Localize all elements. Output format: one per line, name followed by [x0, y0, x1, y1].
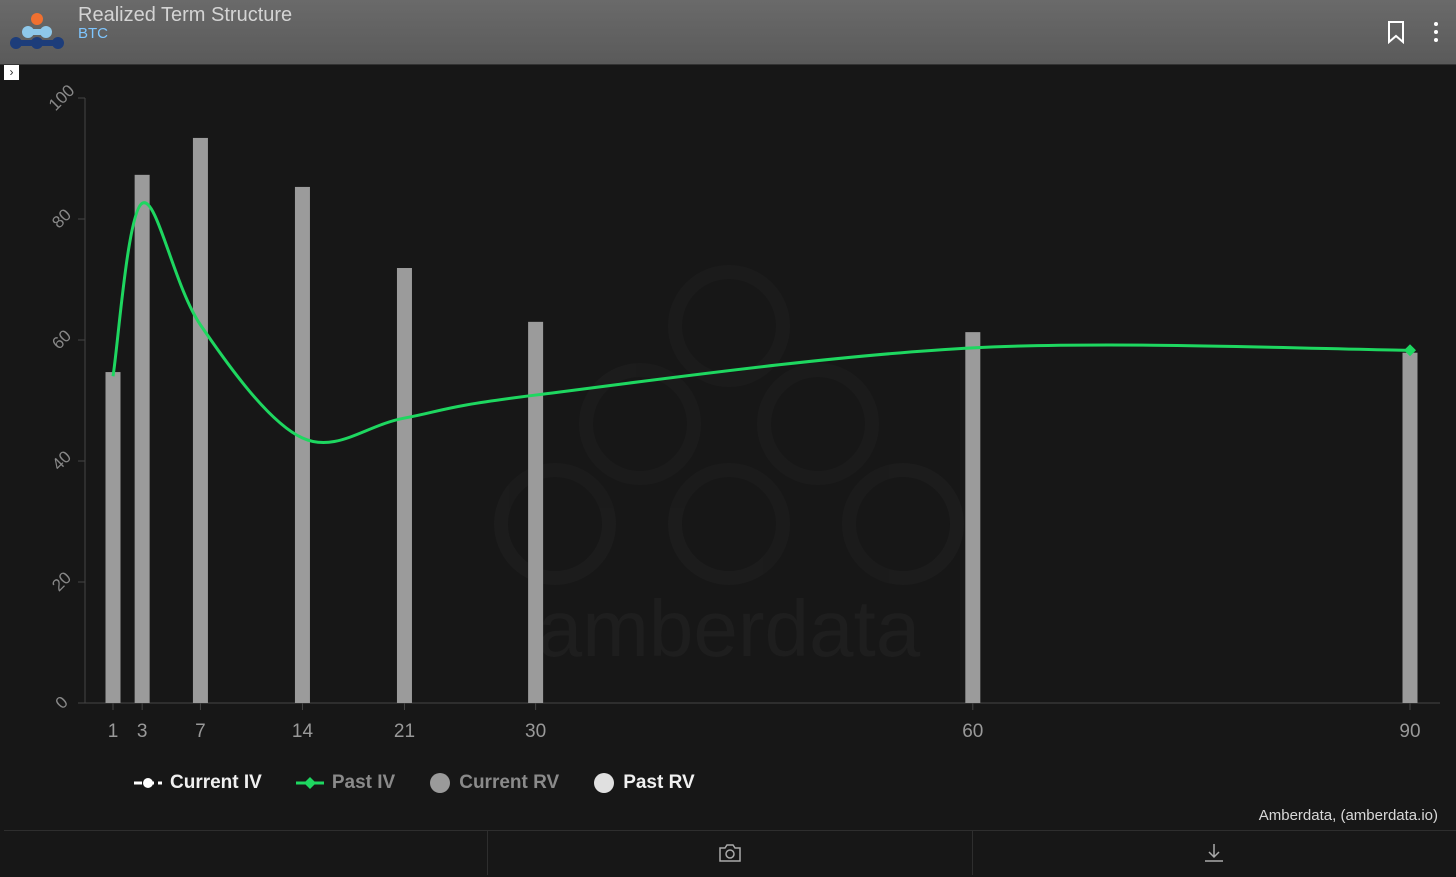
watermark [494, 265, 964, 585]
bookmark-icon[interactable] [1386, 20, 1406, 44]
download-icon [1205, 844, 1224, 862]
bar [192, 137, 208, 703]
y-tick-label: 100 [45, 81, 78, 114]
footer [4, 830, 1456, 875]
legend-label: Current IV [170, 772, 262, 793]
legend-current-iv[interactable]: Current IV [134, 772, 262, 794]
x-tick-label: 3 [137, 721, 148, 742]
x-tick-label: 21 [394, 721, 415, 742]
bar [528, 321, 544, 703]
bar [105, 372, 121, 703]
line-diamond-icon [295, 777, 324, 789]
header: Realized Term Structure BTC [0, 0, 1456, 65]
chart: amberdata 0 20 40 60 80 100 1 3 7 14 21 30 60 90 [45, 81, 1440, 742]
circle-icon [430, 773, 451, 793]
bar [1402, 352, 1418, 703]
x-tick-label: 60 [962, 721, 983, 742]
legend-current-rv[interactable]: Current RV [429, 772, 559, 794]
x-tick-label: 30 [525, 721, 546, 742]
kebab-menu-icon[interactable] [1430, 21, 1442, 43]
amberdata-logo [10, 13, 64, 49]
bar [396, 268, 412, 703]
legend-label: Past IV [331, 772, 396, 793]
circle-icon [594, 773, 615, 793]
legend-past-iv[interactable]: Past IV [295, 772, 396, 794]
y-tick-label: 80 [48, 205, 75, 232]
bar [134, 174, 150, 704]
legend-label: Current RV [459, 772, 560, 793]
watermark-text: amberdata [538, 584, 921, 673]
widget-title: Realized Term Structure [78, 4, 293, 26]
screenshot-button[interactable] [488, 831, 973, 875]
x-tick-label: 90 [1399, 721, 1420, 742]
camera-icon [719, 844, 741, 862]
y-tick-label: 60 [48, 326, 75, 353]
x-tick-label: 14 [292, 721, 314, 742]
footer-empty [4, 831, 489, 875]
y-tick-label: 20 [48, 568, 75, 595]
bar [965, 332, 981, 703]
credit: Amberdata, (amberdata.io) [1258, 807, 1438, 824]
line-dot-icon [134, 778, 162, 788]
legend: Current IV Past IV Current RV Past RV [134, 772, 695, 794]
y-tick-label: 40 [48, 447, 75, 474]
download-button[interactable] [973, 831, 1456, 875]
legend-label: Past RV [623, 772, 695, 793]
x-tick-label: 7 [195, 721, 206, 742]
x-tick-label: 1 [108, 721, 119, 742]
y-tick-label: 0 [52, 693, 72, 713]
legend-past-rv[interactable]: Past RV [593, 772, 695, 794]
widget-subtitle: BTC [78, 25, 108, 42]
bar [294, 186, 310, 703]
